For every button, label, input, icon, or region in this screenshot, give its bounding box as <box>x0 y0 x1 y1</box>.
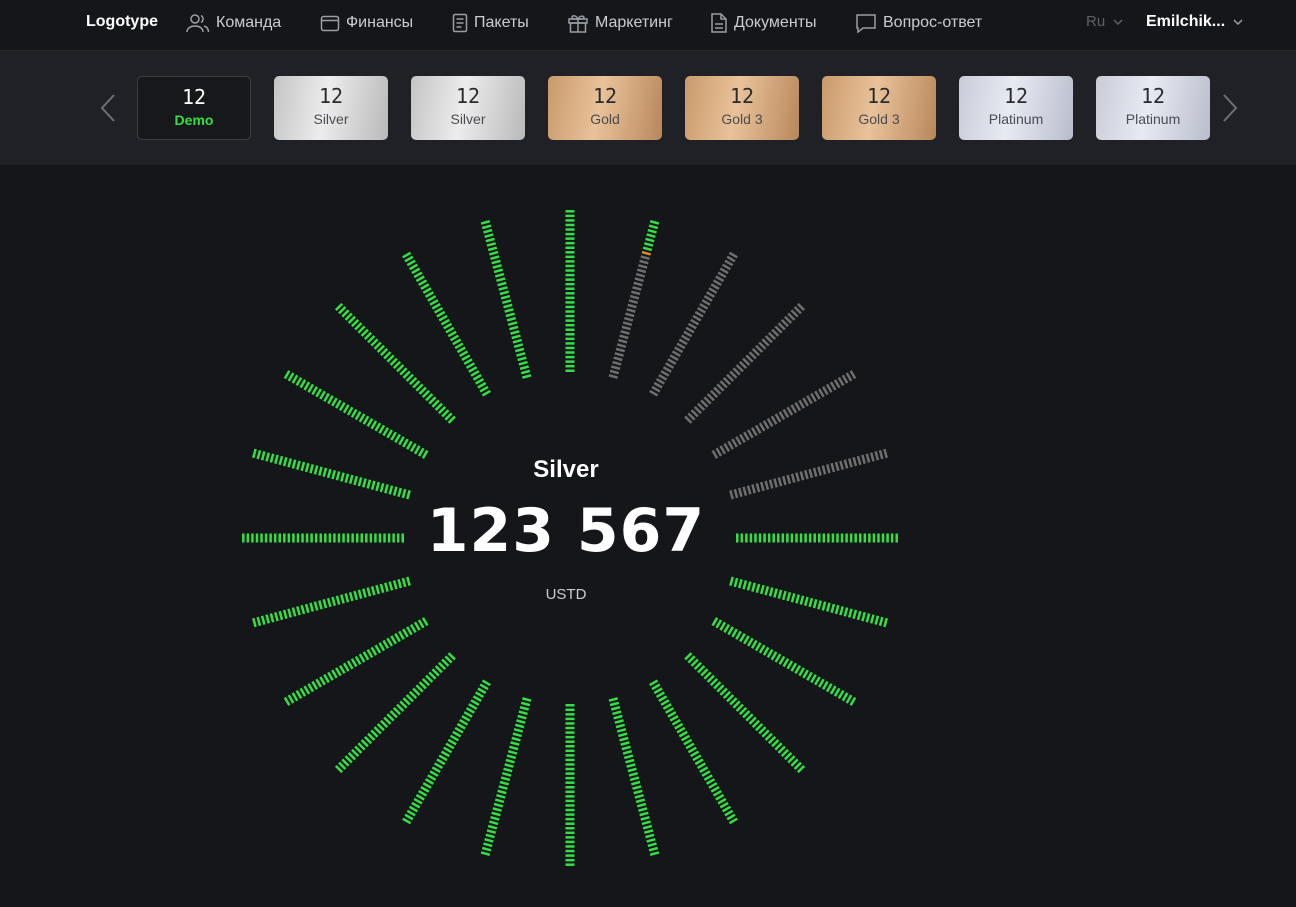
gauge-ray <box>252 576 411 628</box>
document-icon <box>711 13 727 33</box>
nav-item-label: Финансы <box>346 14 414 31</box>
gauge-value: 123 567 <box>426 496 706 566</box>
package-name: Silver <box>450 111 486 127</box>
package-name: Gold 3 <box>858 111 900 127</box>
package-card-silver[interactable]: 12 Silver <box>411 76 525 140</box>
gauge-ray <box>684 302 806 424</box>
package-number: 12 <box>455 84 481 108</box>
user-name: Emilchik... <box>1146 13 1226 30</box>
package-card-platinum[interactable]: 12 Platinum <box>1096 76 1210 140</box>
package-card-platinum[interactable]: 12 Platinum <box>959 76 1073 140</box>
gauge-ray <box>283 370 429 459</box>
gauge-ray <box>729 576 888 628</box>
users-icon <box>186 14 210 33</box>
nav-item-faq[interactable]: Вопрос-ответ <box>855 11 982 35</box>
gauge-ray <box>334 652 456 774</box>
package-card-demo[interactable]: 12 Demo <box>137 76 251 140</box>
nav-item-label: Документы <box>734 14 817 31</box>
package-card-gold-3[interactable]: 12 Gold 3 <box>822 76 936 140</box>
package-card-gold[interactable]: 12 Gold <box>548 76 662 140</box>
nav-item-documents[interactable]: Документы <box>710 11 816 35</box>
list-icon <box>452 13 468 33</box>
gauge-ray <box>608 697 660 856</box>
gauge-ray <box>252 448 411 500</box>
package-number: 12 <box>866 84 892 108</box>
gauge-ray <box>729 448 888 500</box>
package-number: 12 <box>1003 84 1029 108</box>
gauge-ray <box>711 370 857 459</box>
package-number: 12 <box>181 85 207 109</box>
gauge-title: Silver <box>533 456 599 483</box>
carousel-next-icon[interactable] <box>1220 92 1240 124</box>
top-navigation-bar: Logotype Команда Финансы Пакеты Маркетин… <box>0 0 1296 51</box>
gauge-ray <box>283 617 429 706</box>
nav-item-label: Маркетинг <box>595 14 673 31</box>
language-selector[interactable]: Ru <box>1086 13 1123 30</box>
package-name: Gold <box>590 111 620 127</box>
nav-item-label: Команда <box>216 14 282 31</box>
package-card-silver[interactable]: 12 Silver <box>274 76 388 140</box>
gauge-ray <box>649 251 738 397</box>
package-name: Platinum <box>1125 111 1181 127</box>
gauge-ray <box>402 679 491 825</box>
nav-item-packages[interactable]: Пакеты <box>452 11 529 35</box>
carousel-prev-icon[interactable] <box>98 92 118 124</box>
gauge-ray <box>649 679 738 825</box>
package-name: Platinum <box>988 111 1044 127</box>
nav-item-label: Вопрос-ответ <box>883 14 983 31</box>
package-name: Demo <box>174 112 214 128</box>
gauge-ray <box>402 251 491 397</box>
gauge-ray <box>684 652 806 774</box>
gauge-ray <box>608 220 660 379</box>
gauge-unit: USTD <box>545 586 587 603</box>
language-label: Ru <box>1086 13 1106 30</box>
gauge-ray <box>334 302 456 424</box>
nav-item-label: Пакеты <box>474 14 529 31</box>
package-card-gold-3[interactable]: 12 Gold 3 <box>685 76 799 140</box>
package-number: 12 <box>1140 84 1166 108</box>
gauge-ray <box>480 697 532 856</box>
gauge-ray <box>480 220 532 379</box>
package-name: Silver <box>313 111 349 127</box>
logo[interactable]: Logotype <box>86 13 158 31</box>
nav-item-finance[interactable]: Финансы <box>320 11 413 35</box>
package-number: 12 <box>729 84 755 108</box>
gift-icon <box>568 15 588 33</box>
nav-item-team[interactable]: Команда <box>186 11 281 35</box>
user-menu[interactable]: Emilchik... <box>1146 13 1243 31</box>
gauge-ray <box>711 617 857 706</box>
chevron-down-icon <box>1233 19 1243 25</box>
package-number: 12 <box>592 84 618 108</box>
wallet-icon <box>320 15 340 32</box>
package-name: Gold 3 <box>721 111 763 127</box>
chat-icon <box>856 14 876 34</box>
chevron-down-icon <box>1113 18 1123 25</box>
nav-item-marketing[interactable]: Маркетинг <box>567 11 673 35</box>
package-number: 12 <box>318 84 344 108</box>
